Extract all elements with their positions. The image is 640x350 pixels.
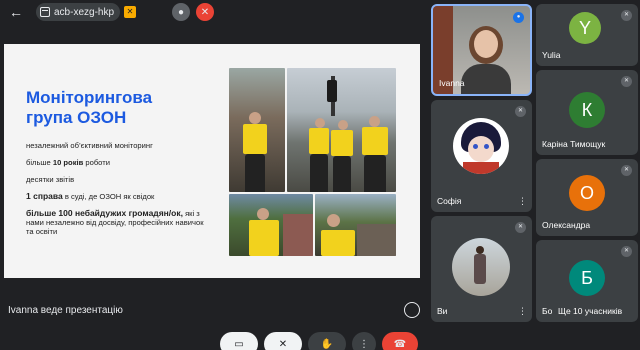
slide-line-1: незалежний об’єктивний моніторинг (26, 141, 153, 150)
meeting-code-pill[interactable]: acb-xezg-hkp (36, 3, 121, 21)
slide-photo-1 (229, 68, 285, 192)
slide-title-line1: Моніторингова (26, 88, 153, 107)
top-bar: ← acb-xezg-hkp ✕ ● ✕ (0, 0, 426, 24)
mic-off-icon: ✕ (515, 222, 526, 233)
slide-title: Моніторингова група ОЗОН (26, 88, 186, 128)
participant-tile-sofia[interactable]: ✕ Софія ⋮ (431, 100, 532, 212)
avatar (452, 238, 510, 296)
mic-off-icon: ✕ (278, 338, 288, 350)
mic-off-button[interactable]: ✕ (264, 332, 302, 350)
slide-title-line2: група ОЗОН (26, 108, 127, 127)
calendar-icon (40, 7, 50, 17)
participant-tile-karina[interactable]: К ✕ Каріна Тимощук (536, 70, 638, 155)
mic-off-icon: ✕ (515, 106, 526, 117)
avatar: К (569, 92, 605, 128)
participant-name: Ви (437, 306, 448, 316)
slide-photo-2 (287, 68, 396, 192)
avatar: Y (569, 12, 601, 44)
participant-tile-ivanna[interactable]: ● Ivanna (431, 4, 532, 96)
mic-off-icon: ✕ (621, 10, 632, 21)
slide-line-2: більше 10 років роботи (26, 158, 110, 167)
present-icon[interactable] (404, 302, 420, 318)
participant-tile-self[interactable]: ✕ Ви ⋮ (431, 216, 532, 322)
meeting-code: acb-xezg-hkp (54, 6, 115, 18)
slide-photo-3 (229, 194, 313, 256)
presentation-slide: Моніторингова група ОЗОН незалежний об’є… (4, 44, 420, 278)
camera-off-icon: ▭ (234, 338, 244, 350)
participant-name: Yulia (542, 50, 561, 60)
more-vert-icon: ⋮ (359, 338, 369, 350)
participant-name: Софія (437, 196, 462, 206)
slide-photo-4 (315, 194, 396, 256)
avatar: О (569, 175, 605, 211)
participant-tile-yulia[interactable]: Y ✕ Yulia (536, 4, 638, 66)
end-call-button[interactable]: ☎ (382, 332, 418, 350)
mic-off-icon[interactable]: ✕ (196, 3, 214, 21)
more-participants-chip[interactable]: Ще 10 учасників (552, 303, 629, 319)
mic-off-icon: ✕ (621, 246, 632, 257)
raise-hand-button[interactable]: ✋ (308, 332, 346, 350)
end-call-icon: ☎ (393, 338, 407, 350)
participant-name: Каріна Тимощук (542, 139, 606, 149)
participant-name: Олександра (542, 220, 591, 230)
slide-line-5: більше 100 небайдужих громадян/ок, які з… (26, 208, 204, 237)
slide-line-4: 1 справа в суді, де ОЗОН як свідок (26, 191, 155, 202)
more-options-button[interactable]: ⋮ (352, 332, 376, 350)
mic-active-icon: ● (513, 12, 524, 23)
mic-status-icon[interactable]: ● (172, 3, 190, 21)
captions-icon[interactable]: ✕ (124, 6, 136, 18)
mic-off-icon: ✕ (621, 165, 632, 176)
slide-text: незалежний об’єктивний моніторинг більше… (26, 141, 204, 244)
slide-line-3: десятки звітів (26, 175, 75, 184)
camera-off-button[interactable]: ▭ (220, 332, 258, 350)
avatar (453, 118, 509, 174)
raise-hand-icon: ✋ (320, 338, 334, 350)
participant-tile-oleksandra[interactable]: О ✕ Олександра (536, 159, 638, 236)
more-vert-icon[interactable]: ⋮ (518, 306, 527, 317)
back-arrow-icon[interactable]: ← (8, 4, 24, 20)
more-vert-icon[interactable]: ⋮ (518, 196, 527, 207)
presenting-label: Ivanna веде презентацію (8, 305, 123, 316)
avatar: Б (569, 260, 605, 296)
participant-name: Бо (542, 306, 553, 316)
participant-name: Ivanna (439, 78, 465, 88)
mic-off-icon: ✕ (621, 76, 632, 87)
call-controls: ▭ ✕ ✋ ⋮ ☎ (220, 332, 418, 350)
